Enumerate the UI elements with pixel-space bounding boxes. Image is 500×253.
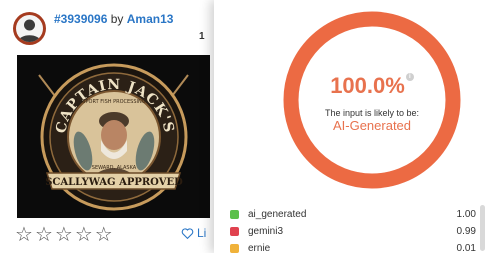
gallery-card: #3939096 by Aman13 1 CAPTAIN JACK'S SPOR… [0, 0, 214, 253]
result-row: ernie 0.01 [230, 240, 476, 253]
heart-icon [181, 227, 194, 239]
captain-jacks-logo: CAPTAIN JACK'S SPORT FISH PROCESSING SEW… [17, 55, 210, 218]
score-ring-fill [283, 11, 461, 189]
result-label: gemini3 [248, 226, 284, 237]
like-button[interactable]: Li [181, 226, 206, 240]
result-row: ai_generated 1.00 [230, 206, 476, 223]
like-label: Li [197, 226, 207, 240]
star-icon[interactable]: ☆ [15, 224, 33, 244]
results-scrollbar[interactable] [480, 205, 485, 251]
artwork-banner: SCALLYWAG APPROVED [45, 177, 183, 188]
info-icon[interactable]: i [405, 73, 414, 81]
likely-label: The input is likely to be: [324, 108, 420, 118]
partial-count: 1 [199, 31, 205, 42]
author-link[interactable]: Aman13 [127, 12, 174, 26]
verdict-label: AI-Generated [332, 118, 412, 133]
result-value: 0.99 [456, 226, 476, 237]
avatar[interactable] [13, 12, 46, 45]
artwork-image[interactable]: CAPTAIN JACK'S SPORT FISH PROCESSING SEW… [17, 55, 210, 218]
result-label: ernie [248, 243, 271, 253]
color-swatch [230, 210, 239, 219]
result-label: ai_generated [248, 209, 307, 220]
color-swatch [230, 227, 239, 236]
star-icon[interactable]: ☆ [75, 224, 93, 244]
score-text: 100.0% [330, 73, 405, 98]
post-byline: #3939096 by Aman13 [54, 12, 173, 27]
default-user-icon [16, 15, 43, 42]
color-swatch [230, 244, 239, 253]
result-value: 0.01 [456, 243, 476, 253]
star-icon[interactable]: ☆ [35, 224, 53, 244]
by-text: by [110, 12, 124, 26]
ai-detector-panel: 100.0% i The input is likely to be: AI-Ge… [214, 0, 500, 253]
result-row: gemini3 0.99 [230, 223, 476, 240]
star-rating: ☆ ☆ ☆ ☆ ☆ [15, 224, 113, 244]
model-results-list: ai_generated 1.00 gemini3 0.99 ernie 0.0… [230, 206, 476, 253]
star-icon[interactable]: ☆ [95, 224, 113, 244]
result-value: 1.00 [456, 209, 476, 220]
star-icon[interactable]: ☆ [55, 224, 73, 244]
score-ring: 100.0% i The input is likely to be: AI-Ge… [282, 10, 462, 190]
artwork-location: SEWARD, ALASKA [92, 165, 137, 171]
post-id-link[interactable]: #3939096 [54, 12, 107, 26]
score-value: 100.0% i [282, 73, 462, 99]
artwork-tagline: SPORT FISH PROCESSING [82, 99, 145, 105]
